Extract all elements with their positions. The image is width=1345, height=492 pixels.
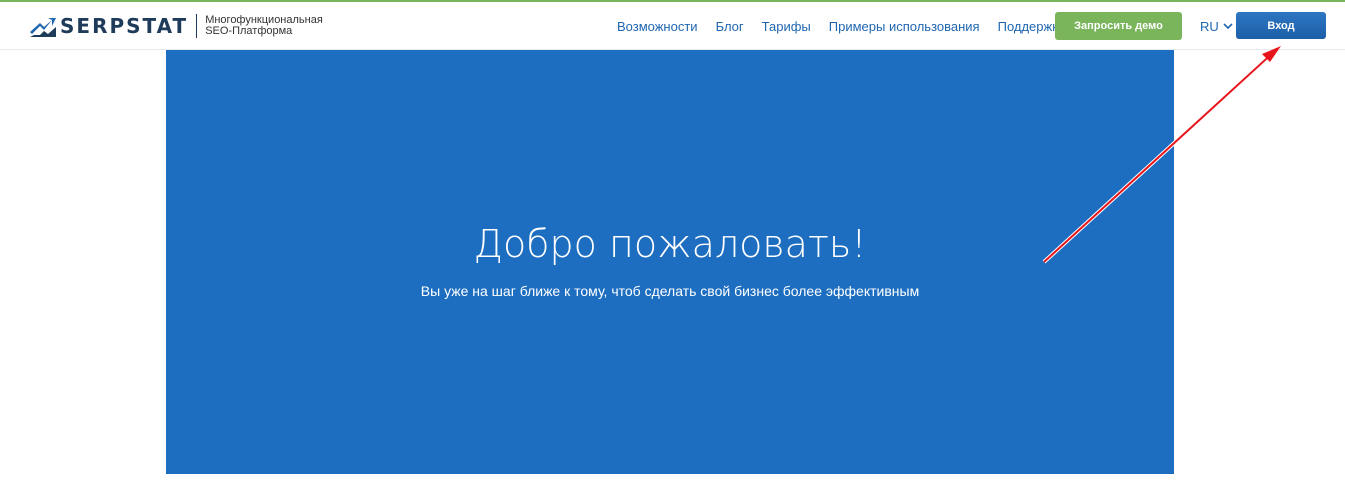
- site-header: SERPSTAT Многофункциональная SEO-Платфор…: [0, 2, 1345, 50]
- language-selector[interactable]: RU: [1200, 2, 1233, 50]
- chevron-down-icon: [1223, 22, 1233, 29]
- login-button[interactable]: Вход: [1236, 12, 1326, 39]
- hero-title: Добро пожаловать!: [473, 222, 867, 266]
- nav-link-use-cases[interactable]: Примеры использования: [829, 19, 980, 34]
- logo-chart-icon: [30, 18, 56, 37]
- logo[interactable]: SERPSTAT Многофункциональная SEO-Платфор…: [30, 12, 335, 40]
- hero-subtitle: Вы уже на шаг ближе к тому, чтоб сделать…: [420, 283, 920, 299]
- logo-divider: [196, 14, 198, 38]
- logo-tagline: Многофункциональная SEO-Платформа: [205, 14, 323, 37]
- logo-wordmark: SERPSTAT: [60, 14, 189, 38]
- nav-link-features[interactable]: Возможности: [617, 19, 698, 34]
- request-demo-button[interactable]: Запросить демо: [1055, 12, 1182, 40]
- language-label: RU: [1200, 18, 1219, 34]
- nav-link-blog[interactable]: Блог: [716, 19, 744, 34]
- nav-link-pricing[interactable]: Тарифы: [762, 19, 811, 34]
- welcome-banner: Добро пожаловать! Вы уже на шаг ближе к …: [166, 50, 1174, 474]
- main-nav: Возможности Блог Тарифы Примеры использо…: [599, 2, 1065, 50]
